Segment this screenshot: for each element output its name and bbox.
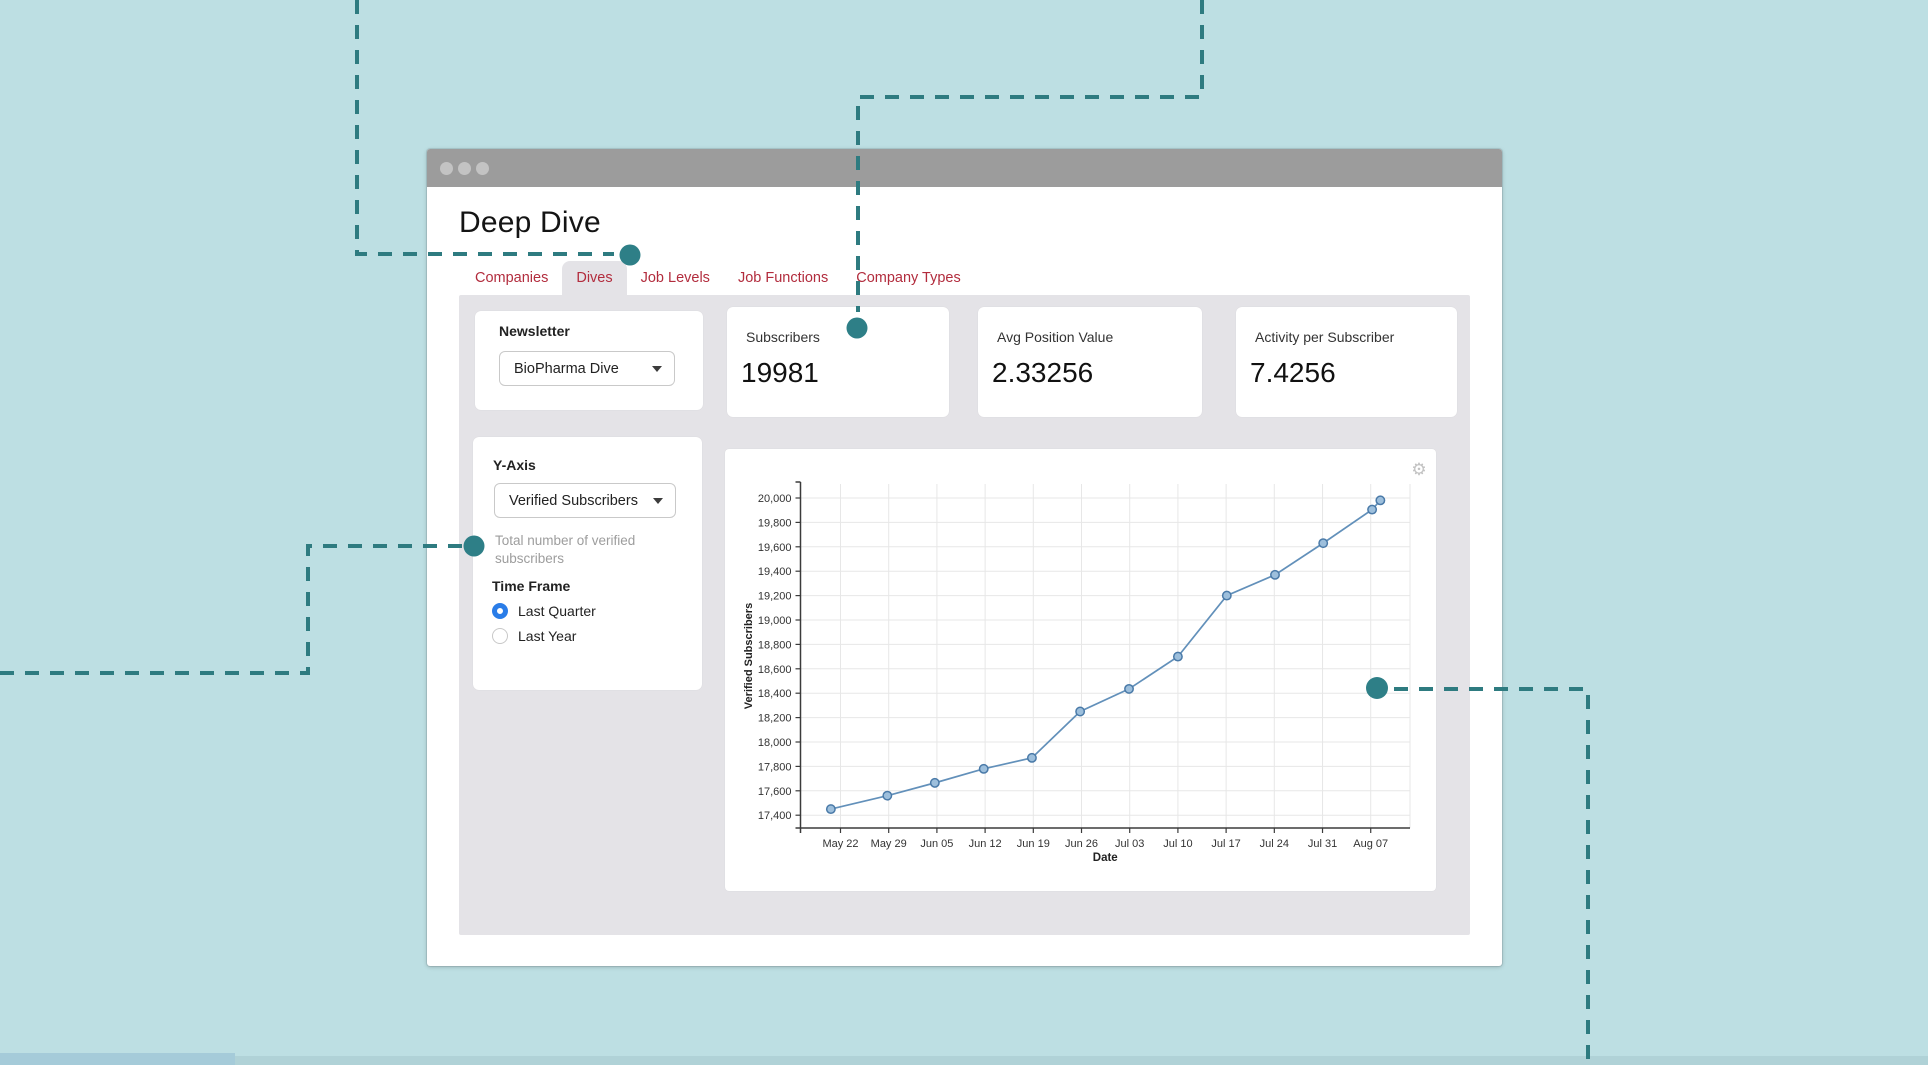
window-control-dot[interactable]	[476, 162, 489, 175]
svg-text:18,000: 18,000	[758, 737, 792, 749]
svg-text:Jul 03: Jul 03	[1115, 838, 1144, 850]
svg-text:Verified Subscribers: Verified Subscribers	[743, 603, 755, 709]
stat-label: Activity per Subscriber	[1255, 329, 1394, 345]
svg-text:Aug 07: Aug 07	[1353, 838, 1388, 850]
svg-text:Jul 31: Jul 31	[1308, 838, 1337, 850]
svg-text:20,000: 20,000	[758, 493, 792, 505]
svg-text:19,600: 19,600	[758, 542, 792, 554]
newsletter-select[interactable]: BioPharma Dive	[499, 351, 675, 386]
main-panel: Newsletter BioPharma Dive Subscribers 19…	[459, 295, 1470, 935]
tab-job-functions[interactable]: Job Functions	[724, 261, 842, 295]
verified-subscribers-line-chart: 17,400 17,600 17,800 18,000 18,200 18,400 18,6…	[725, 449, 1436, 891]
svg-text:Jul 17: Jul 17	[1211, 838, 1240, 850]
svg-text:19,200: 19,200	[758, 591, 792, 603]
svg-text:18,800: 18,800	[758, 639, 792, 651]
radio-last-year[interactable]: Last Year	[492, 628, 576, 644]
stat-label: Subscribers	[746, 329, 820, 345]
radio-label: Last Year	[518, 628, 576, 644]
svg-text:19,800: 19,800	[758, 517, 792, 529]
stat-value: 7.4256	[1250, 357, 1336, 389]
tab-company-types[interactable]: Company Types	[842, 261, 975, 295]
stat-card-avg-position-value: Avg Position Value 2.33256	[978, 307, 1202, 417]
svg-text:Jun 26: Jun 26	[1065, 838, 1098, 850]
y-axis-label: Y-Axis	[493, 457, 536, 473]
annotation-dashed-line	[0, 546, 462, 673]
svg-text:18,200: 18,200	[758, 713, 792, 725]
y-axis-select-value: Verified Subscribers	[509, 493, 638, 509]
stat-card-subscribers: Subscribers 19981	[727, 307, 949, 417]
svg-text:18,400: 18,400	[758, 688, 792, 700]
svg-text:19,400: 19,400	[758, 566, 792, 578]
svg-text:Jun 19: Jun 19	[1017, 838, 1050, 850]
newsletter-select-value: BioPharma Dive	[514, 361, 619, 377]
tab-companies[interactable]: Companies	[461, 261, 562, 295]
y-axis-select[interactable]: Verified Subscribers	[494, 483, 676, 518]
tab-dives[interactable]: Dives	[562, 261, 626, 295]
svg-text:Jul 10: Jul 10	[1163, 838, 1192, 850]
svg-text:May 22: May 22	[822, 838, 858, 850]
page-title: Deep Dive	[459, 206, 601, 240]
stat-label: Avg Position Value	[997, 329, 1113, 345]
stat-value: 19981	[741, 357, 819, 389]
svg-text:Jun 12: Jun 12	[969, 838, 1002, 850]
svg-text:17,400: 17,400	[758, 810, 792, 822]
window-control-dot[interactable]	[440, 162, 453, 175]
newsletter-card: Newsletter BioPharma Dive	[475, 311, 703, 410]
svg-text:18,600: 18,600	[758, 664, 792, 676]
svg-text:Date: Date	[1093, 852, 1118, 864]
radio-last-quarter[interactable]: Last Quarter	[492, 603, 596, 619]
newsletter-label: Newsletter	[499, 323, 570, 339]
window-titlebar	[427, 149, 1502, 187]
svg-text:19,000: 19,000	[758, 615, 792, 627]
y-axis-description: Total number of verified subscribers	[495, 532, 665, 568]
chart-controls-card: Y-Axis Verified Subscribers Total number…	[473, 437, 702, 690]
chevron-down-icon	[652, 366, 662, 372]
chevron-down-icon	[653, 498, 663, 504]
tab-job-levels[interactable]: Job Levels	[627, 261, 724, 295]
tab-bar: CompaniesDivesJob LevelsJob FunctionsCom…	[461, 261, 975, 295]
app-window: Deep Dive CompaniesDivesJob LevelsJob Fu…	[427, 149, 1502, 966]
time-frame-label: Time Frame	[492, 578, 570, 594]
stat-card-activity-per-subscriber: Activity per Subscriber 7.4256	[1236, 307, 1457, 417]
line-chart-card: ⚙ 17,40017,60017,80018,00018,20018,40018…	[725, 449, 1436, 891]
radio-button-icon	[492, 628, 508, 644]
window-control-dot[interactable]	[458, 162, 471, 175]
radio-label: Last Quarter	[518, 603, 596, 619]
svg-text:Jun 05: Jun 05	[920, 838, 953, 850]
svg-text:17,600: 17,600	[758, 786, 792, 798]
svg-text:Jul 24: Jul 24	[1260, 838, 1289, 850]
radio-button-icon	[492, 603, 508, 619]
svg-text:May 29: May 29	[871, 838, 907, 850]
stat-value: 2.33256	[992, 357, 1093, 389]
svg-text:17,800: 17,800	[758, 761, 792, 773]
